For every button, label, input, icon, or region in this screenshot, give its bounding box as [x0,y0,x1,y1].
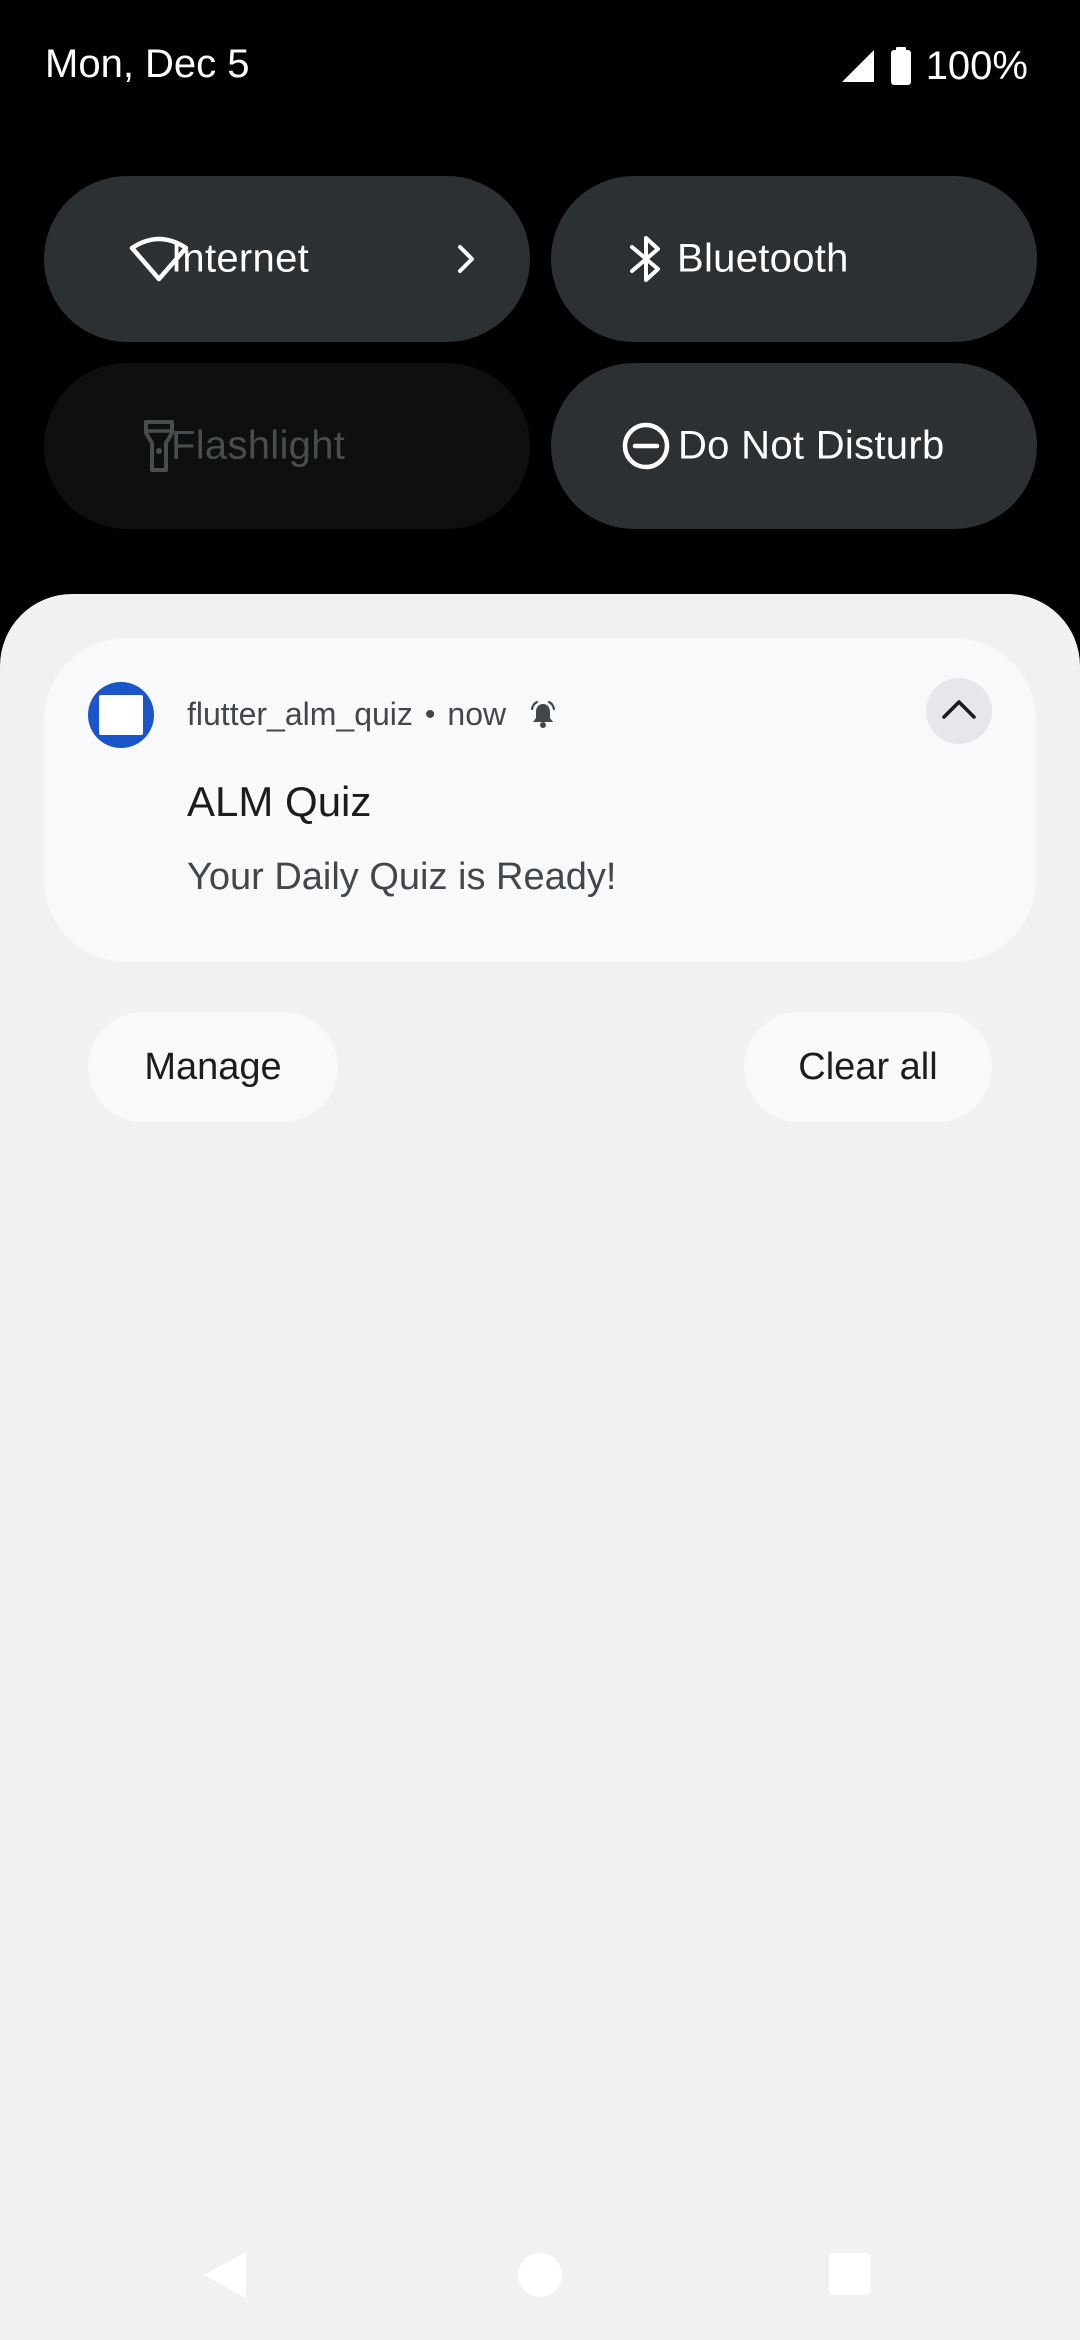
do-not-disturb-icon [611,411,681,481]
chevron-up-icon [941,698,977,725]
bluetooth-icon [611,224,681,294]
tile-internet-label: Internet [171,236,310,281]
signal-icon [840,48,876,84]
notification-title: ALM Quiz [187,778,372,825]
recents-icon[interactable] [829,2253,871,2295]
back-icon[interactable] [202,2250,248,2300]
chevron-right-icon[interactable] [446,239,486,279]
clear-all-button[interactable]: Clear all [744,1012,992,1122]
notification-header: flutter_alm_quiz • now [187,696,558,733]
manage-button[interactable]: Manage [88,1012,338,1122]
header-separator: • [424,697,436,731]
app-icon-square [99,695,143,735]
tile-do-not-disturb-label: Do Not Disturb [678,423,945,468]
notification-time: now [447,696,507,732]
home-icon[interactable] [518,2253,562,2297]
tile-bluetooth-label: Bluetooth [677,236,849,281]
notification-card[interactable]: flutter_alm_quiz • now ALM Quiz Your Dai… [44,638,1036,962]
tile-do-not-disturb[interactable]: Do Not Disturb [551,363,1037,529]
notification-text: Your Daily Quiz is Ready! [187,856,617,898]
tile-flashlight-label: Flashlight [171,423,346,468]
battery-level: 100% [925,43,1028,88]
battery-icon [890,47,912,85]
status-icons: 100% [840,44,1028,88]
tile-bluetooth[interactable]: Bluetooth [551,176,1037,342]
status-date: Mon, Dec 5 [45,42,250,86]
bell-icon [528,700,558,730]
tile-internet[interactable]: Internet [44,176,530,342]
notification-shade-screen: Mon, Dec 5 100% Internet Bluetooth Flash… [0,0,1080,2340]
tile-flashlight[interactable]: Flashlight [44,363,530,529]
notification-app-name: flutter_alm_quiz [187,696,413,732]
app-icon [88,682,154,748]
status-bar: Mon, Dec 5 100% [0,0,1080,130]
collapse-notification-button[interactable] [926,678,992,744]
